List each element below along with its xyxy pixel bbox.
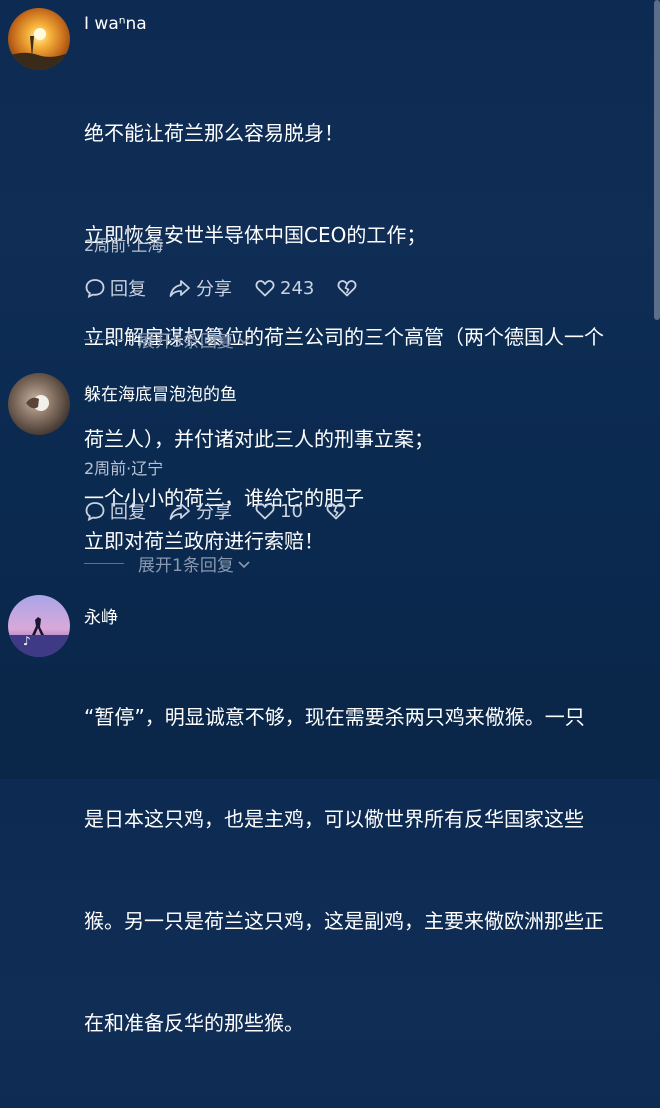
- share-arrow-icon: [169, 280, 190, 297]
- share-button[interactable]: 分享: [168, 275, 232, 301]
- divider-line: [84, 563, 124, 564]
- expand-replies-button[interactable]: 展开1条回复: [84, 551, 252, 576]
- avatar[interactable]: [8, 373, 70, 435]
- share-label: 分享: [196, 279, 232, 300]
- chevron-down-icon: [238, 336, 250, 344]
- username[interactable]: I waⁿna: [84, 14, 147, 34]
- heart-icon: [255, 503, 275, 520]
- reply-button[interactable]: 回复: [84, 498, 146, 524]
- action-bar: 回复 分享 243: [84, 273, 384, 303]
- share-arrow-icon: [169, 503, 190, 520]
- text-line: 是日本这只鸡，也是主鸡，可以儆世界所有反华国家这些: [84, 807, 584, 831]
- share-button[interactable]: 分享: [168, 498, 232, 524]
- avatar-sunset-image: [8, 8, 70, 70]
- comment-text: “暂停”，明显诚意不够，现在需要杀两只鸡来儆猴。一只 是日本这只鸡，也是主鸡，可…: [84, 632, 646, 1108]
- reply-button[interactable]: 回复: [84, 275, 146, 301]
- avatar[interactable]: [8, 8, 70, 70]
- reply-bubble-icon: [85, 279, 105, 299]
- like-button[interactable]: 243: [254, 277, 314, 299]
- expand-label: 展开1条回复: [138, 556, 234, 576]
- scrollbar[interactable]: [654, 0, 660, 320]
- text-line: “暂停”，明显诚意不够，现在需要杀两只鸡来儆猴。一只: [84, 705, 585, 729]
- chevron-down-icon: [238, 560, 250, 568]
- divider-line: [84, 339, 124, 340]
- share-label: 分享: [196, 502, 232, 523]
- dislike-button[interactable]: [336, 277, 362, 299]
- avatar-moon-image: [8, 373, 70, 435]
- expand-replies-button[interactable]: 展开5条回复: [84, 327, 252, 352]
- timestamp-location: 2周前·上海: [84, 236, 164, 255]
- text-line: 立即恢复安世半导体中国CEO的工作；: [84, 223, 427, 247]
- broken-heart-icon: [337, 280, 357, 297]
- like-count: 243: [280, 277, 315, 299]
- broken-heart-icon: [326, 503, 346, 520]
- text-line: 在和准备反华的那些猴。: [84, 1011, 304, 1035]
- text-line: 绝不能让荷兰那么容易脱身！: [84, 121, 344, 145]
- text-line: 猴。另一只是荷兰这只鸡，这是副鸡，主要来儆欧洲那些正: [84, 909, 604, 933]
- avatar-dusk-image: ♪: [8, 595, 70, 657]
- like-button[interactable]: 10: [254, 500, 303, 522]
- reply-bubble-icon: [85, 502, 105, 522]
- reply-label: 回复: [110, 502, 146, 523]
- svg-text:♪: ♪: [23, 634, 31, 648]
- heart-icon: [255, 280, 275, 297]
- username[interactable]: 永峥: [84, 603, 118, 628]
- action-bar: 回复 分享 10: [84, 496, 373, 526]
- dislike-button[interactable]: [325, 500, 351, 522]
- username[interactable]: 躲在海底冒泡泡的鱼: [84, 380, 237, 405]
- timestamp-location: 2周前·辽宁: [84, 459, 164, 478]
- reply-label: 回复: [110, 279, 146, 300]
- expand-label: 展开5条回复: [138, 332, 234, 352]
- like-count: 10: [280, 500, 303, 522]
- avatar[interactable]: ♪: [8, 595, 70, 657]
